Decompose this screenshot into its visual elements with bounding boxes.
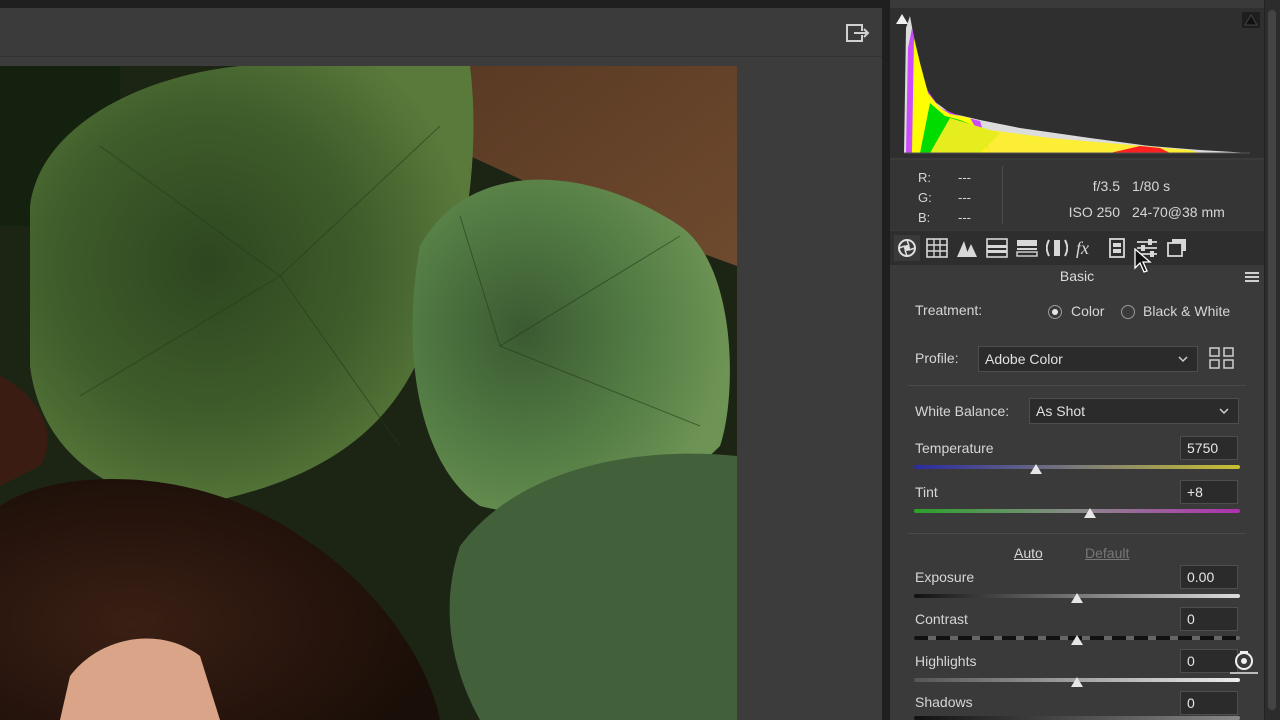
- profile-value: Adobe Color: [985, 351, 1063, 367]
- tab-hsl[interactable]: [984, 235, 1010, 261]
- window-top-strip: [0, 0, 882, 8]
- contrast-slider-thumb[interactable]: [1071, 635, 1083, 645]
- svg-text:fx: fx: [1076, 238, 1089, 258]
- tint-label: Tint: [915, 484, 938, 500]
- g-value: ---: [958, 190, 971, 205]
- temperature-slider-thumb[interactable]: [1030, 464, 1043, 474]
- lens: 24-70@38 mm: [1132, 204, 1225, 220]
- split-toning-icon: [1016, 240, 1038, 257]
- iso: ISO 250: [1068, 204, 1120, 220]
- divider: [908, 385, 1246, 386]
- image-info-readout: R: --- G: --- B: --- f/3.5 1/80 s ISO 250 24-…: [890, 160, 1264, 230]
- profile-select[interactable]: Adobe Color: [978, 346, 1198, 372]
- snapshots-icon: [1167, 239, 1186, 257]
- tab-calibration[interactable]: [1104, 235, 1130, 261]
- shutter-speed: 1/80 s: [1132, 178, 1171, 194]
- tab-basic[interactable]: [894, 235, 920, 261]
- aperture: f/3.5: [1092, 178, 1120, 194]
- tab-split-toning[interactable]: [1014, 235, 1040, 261]
- exposure-value[interactable]: 0.00: [1180, 565, 1238, 589]
- camera-logo-icon: [1230, 651, 1258, 674]
- shadows-value[interactable]: 0: [1180, 691, 1238, 715]
- exposure-label: Exposure: [915, 569, 975, 585]
- profile-browser-grid-icon[interactable]: [1208, 346, 1236, 370]
- default-button[interactable]: Default: [1085, 545, 1129, 561]
- b-value: ---: [958, 210, 971, 225]
- shadows-slider-track[interactable]: [914, 716, 1240, 720]
- tone-curve-grid-icon: [926, 238, 948, 258]
- rgb-readout: R: --- G: --- B: ---: [918, 168, 971, 228]
- tab-effects[interactable]: fx: [1074, 235, 1100, 261]
- tint-slider-track[interactable]: [914, 509, 1240, 513]
- panel-tabs: fx: [890, 231, 1264, 265]
- contrast-value[interactable]: 0: [1180, 607, 1238, 631]
- tint-value[interactable]: +8: [1180, 480, 1238, 504]
- temperature-label: Temperature: [915, 440, 994, 456]
- panel-menu-icon[interactable]: [1245, 271, 1259, 283]
- scrollbar-thumb[interactable]: [1268, 10, 1276, 710]
- exposure-slider-thumb[interactable]: [1071, 593, 1083, 603]
- detail-triangles-icon: [957, 241, 977, 257]
- effects-fx-icon: fx: [1076, 238, 1089, 258]
- meta-separator: [1002, 166, 1003, 224]
- white-balance-value: As Shot: [1036, 403, 1086, 419]
- histogram: [890, 8, 1264, 158]
- shadows-label: Shadows: [915, 694, 973, 710]
- tab-detail[interactable]: [954, 235, 980, 261]
- calibration-film-icon: [1109, 238, 1125, 258]
- b-label: B:: [918, 210, 931, 225]
- divider: [908, 533, 1246, 534]
- black-white-label[interactable]: Black & White: [1143, 303, 1230, 319]
- hsl-bars-icon: [986, 238, 1008, 258]
- white-balance-label: White Balance:: [915, 403, 1010, 419]
- color-label[interactable]: Color: [1071, 303, 1104, 319]
- highlights-label: Highlights: [915, 653, 977, 669]
- temperature-value[interactable]: 5750: [1180, 436, 1238, 460]
- white-balance-select[interactable]: As Shot: [1029, 398, 1239, 424]
- contrast-label: Contrast: [915, 611, 968, 627]
- mouse-cursor-icon: [1134, 248, 1152, 273]
- chevron-down-icon: [1219, 408, 1229, 415]
- r-value: ---: [958, 170, 971, 185]
- photo-preview[interactable]: [0, 66, 737, 720]
- treatment-label: Treatment:: [915, 302, 983, 318]
- highlight-clipping-warning-icon[interactable]: [1242, 12, 1260, 28]
- r-label: R:: [918, 170, 931, 185]
- shadow-clipping-warning-icon[interactable]: [894, 12, 910, 26]
- tab-lens-corrections[interactable]: [1044, 235, 1070, 261]
- exif-info: f/3.5 1/80 s ISO 250 24-70@38 mm: [1042, 173, 1225, 225]
- profile-label: Profile:: [915, 350, 959, 366]
- tab-tone-curve[interactable]: [924, 235, 950, 261]
- exit-fullscreen-button[interactable]: [842, 20, 874, 46]
- camera-raw-panel: R: --- G: --- B: --- f/3.5 1/80 s ISO 250 24-…: [890, 0, 1264, 720]
- lens-corrections-icon: [1046, 239, 1068, 257]
- top-toolbar: [0, 8, 882, 57]
- tab-snapshots[interactable]: [1164, 235, 1190, 261]
- auto-button[interactable]: Auto: [1014, 545, 1043, 561]
- color-radio[interactable]: [1048, 305, 1062, 319]
- basic-aperture-icon: [898, 239, 916, 257]
- tint-slider-thumb[interactable]: [1084, 508, 1097, 518]
- chevron-down-icon: [1178, 356, 1188, 363]
- g-label: G:: [918, 190, 932, 205]
- panel-divider: [882, 0, 890, 720]
- temperature-slider-track[interactable]: [914, 465, 1240, 469]
- black-white-radio[interactable]: [1121, 305, 1135, 319]
- panel-title: Basic: [1059, 268, 1095, 284]
- highlights-slider-thumb[interactable]: [1071, 677, 1083, 687]
- exit-fullscreen-icon: [846, 24, 870, 42]
